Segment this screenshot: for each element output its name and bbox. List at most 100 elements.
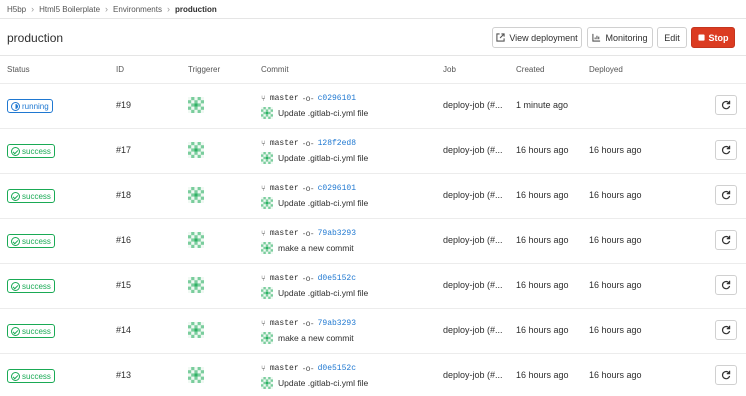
branch-icon: ⑂ <box>261 94 266 103</box>
branch-name[interactable]: master <box>270 139 299 148</box>
redeploy-button[interactable] <box>715 185 737 205</box>
table-row: success #18 ⑂ master -o- c0296101 Update… <box>0 173 746 218</box>
column-header-commit: Commit <box>261 65 289 74</box>
table-row: success #14 ⑂ master -o- 79ab3293 make a… <box>0 308 746 353</box>
breadcrumb-item-environments[interactable]: Environments <box>113 5 162 14</box>
redeploy-button[interactable] <box>715 275 737 295</box>
commit-ref: ⑂ master -o- d0e5152c <box>261 274 356 283</box>
status-badge[interactable]: success <box>7 324 55 338</box>
view-deployment-button[interactable]: View deployment <box>492 27 582 48</box>
check-circle-icon <box>11 191 20 201</box>
commit-sha[interactable]: 79ab3293 <box>318 229 356 238</box>
branch-icon: ⑂ <box>261 319 266 328</box>
commit-message[interactable]: Update .gitlab-ci.yml file <box>278 108 368 118</box>
commit-sha[interactable]: c0296101 <box>318 94 356 103</box>
branch-name[interactable]: master <box>270 229 299 238</box>
deployment-id: #14 <box>116 325 132 335</box>
job-link[interactable]: deploy-job (#... <box>443 370 503 380</box>
retry-icon <box>721 235 731 245</box>
redeploy-button[interactable] <box>715 365 737 385</box>
commit-sha[interactable]: d0e5152c <box>318 274 356 283</box>
job-link[interactable]: deploy-job (#... <box>443 145 503 155</box>
table-row: running #19 ⑂ master -o- c0296101 Update… <box>0 83 746 128</box>
branch-name[interactable]: master <box>270 364 299 373</box>
column-header-status: Status <box>7 65 30 74</box>
status-badge[interactable]: success <box>7 189 55 203</box>
branch-name[interactable]: master <box>270 274 299 283</box>
stop-button[interactable]: Stop <box>691 27 735 48</box>
triggerer-avatar[interactable] <box>188 277 204 293</box>
view-deployment-label: View deployment <box>509 32 578 43</box>
triggerer-avatar[interactable] <box>188 187 204 203</box>
commit-sha[interactable]: c0296101 <box>318 184 356 193</box>
retry-icon <box>721 190 731 200</box>
commit-message[interactable]: Update .gitlab-ci.yml file <box>278 153 368 163</box>
commit-message-row: make a new commit <box>261 242 354 254</box>
redeploy-button[interactable] <box>715 320 737 340</box>
job-link[interactable]: deploy-job (#... <box>443 100 503 110</box>
triggerer-avatar[interactable] <box>188 322 204 338</box>
job-link[interactable]: deploy-job (#... <box>443 280 503 290</box>
branch-icon: ⑂ <box>261 229 266 238</box>
commit-ref: ⑂ master -o- c0296101 <box>261 94 356 103</box>
deployment-id: #13 <box>116 370 132 380</box>
commit-sha[interactable]: 128f2ed8 <box>318 139 356 148</box>
retry-icon <box>721 370 731 380</box>
redeploy-button[interactable] <box>715 95 737 115</box>
status-badge[interactable]: success <box>7 234 55 248</box>
branch-icon: ⑂ <box>261 274 266 283</box>
commit-message[interactable]: make a new commit <box>278 243 354 253</box>
deployed-time: 16 hours ago <box>589 145 642 155</box>
check-circle-icon <box>11 281 20 291</box>
branch-name[interactable]: master <box>270 94 299 103</box>
column-header-job: Job <box>443 65 456 74</box>
commit-message[interactable]: Update .gitlab-ci.yml file <box>278 198 368 208</box>
triggerer-avatar[interactable] <box>188 97 204 113</box>
job-link[interactable]: deploy-job (#... <box>443 325 503 335</box>
commit-message[interactable]: Update .gitlab-ci.yml file <box>278 288 368 298</box>
triggerer-avatar[interactable] <box>188 142 204 158</box>
commit-message[interactable]: make a new commit <box>278 333 354 343</box>
check-circle-icon <box>11 236 20 246</box>
status-badge[interactable]: success <box>7 369 55 383</box>
retry-icon <box>721 280 731 290</box>
monitoring-button[interactable]: Monitoring <box>587 27 653 48</box>
commit-message[interactable]: Update .gitlab-ci.yml file <box>278 378 368 388</box>
table-row: success #13 ⑂ master -o- d0e5152c Update… <box>0 353 746 396</box>
commit-icon: -o- <box>302 94 314 103</box>
redeploy-button[interactable] <box>715 230 737 250</box>
status-badge[interactable]: success <box>7 144 55 158</box>
status-badge[interactable]: success <box>7 279 55 293</box>
monitoring-label: Monitoring <box>605 32 648 43</box>
redeploy-button[interactable] <box>715 140 737 160</box>
branch-name[interactable]: master <box>270 184 299 193</box>
breadcrumb-item-project[interactable]: Html5 Boilerplate <box>39 5 100 14</box>
created-time: 1 minute ago <box>516 100 569 110</box>
column-header-created: Created <box>516 65 545 74</box>
deployed-time: 16 hours ago <box>589 235 642 245</box>
status-label: success <box>22 281 51 291</box>
chart-icon <box>592 33 601 42</box>
check-circle-icon <box>11 326 20 336</box>
column-header-deployed: Deployed <box>589 65 623 74</box>
commit-author-avatar <box>261 242 273 254</box>
breadcrumb-item-current[interactable]: production <box>175 5 217 14</box>
check-circle-icon <box>11 146 20 156</box>
job-link[interactable]: deploy-job (#... <box>443 235 503 245</box>
triggerer-avatar[interactable] <box>188 367 204 383</box>
commit-sha[interactable]: d0e5152c <box>318 364 356 373</box>
commit-sha[interactable]: 79ab3293 <box>318 319 356 328</box>
created-time: 16 hours ago <box>516 145 569 155</box>
deployment-id: #18 <box>116 190 132 200</box>
status-badge[interactable]: running <box>7 99 53 113</box>
breadcrumb-item-group[interactable]: H5bp <box>7 5 26 14</box>
edit-button[interactable]: Edit <box>657 27 687 48</box>
branch-icon: ⑂ <box>261 139 266 148</box>
commit-icon: -o- <box>302 139 314 148</box>
job-link[interactable]: deploy-job (#... <box>443 190 503 200</box>
commit-message-row: make a new commit <box>261 332 354 344</box>
commit-author-avatar <box>261 332 273 344</box>
branch-name[interactable]: master <box>270 319 299 328</box>
triggerer-avatar[interactable] <box>188 232 204 248</box>
column-header-id: ID <box>116 65 124 74</box>
